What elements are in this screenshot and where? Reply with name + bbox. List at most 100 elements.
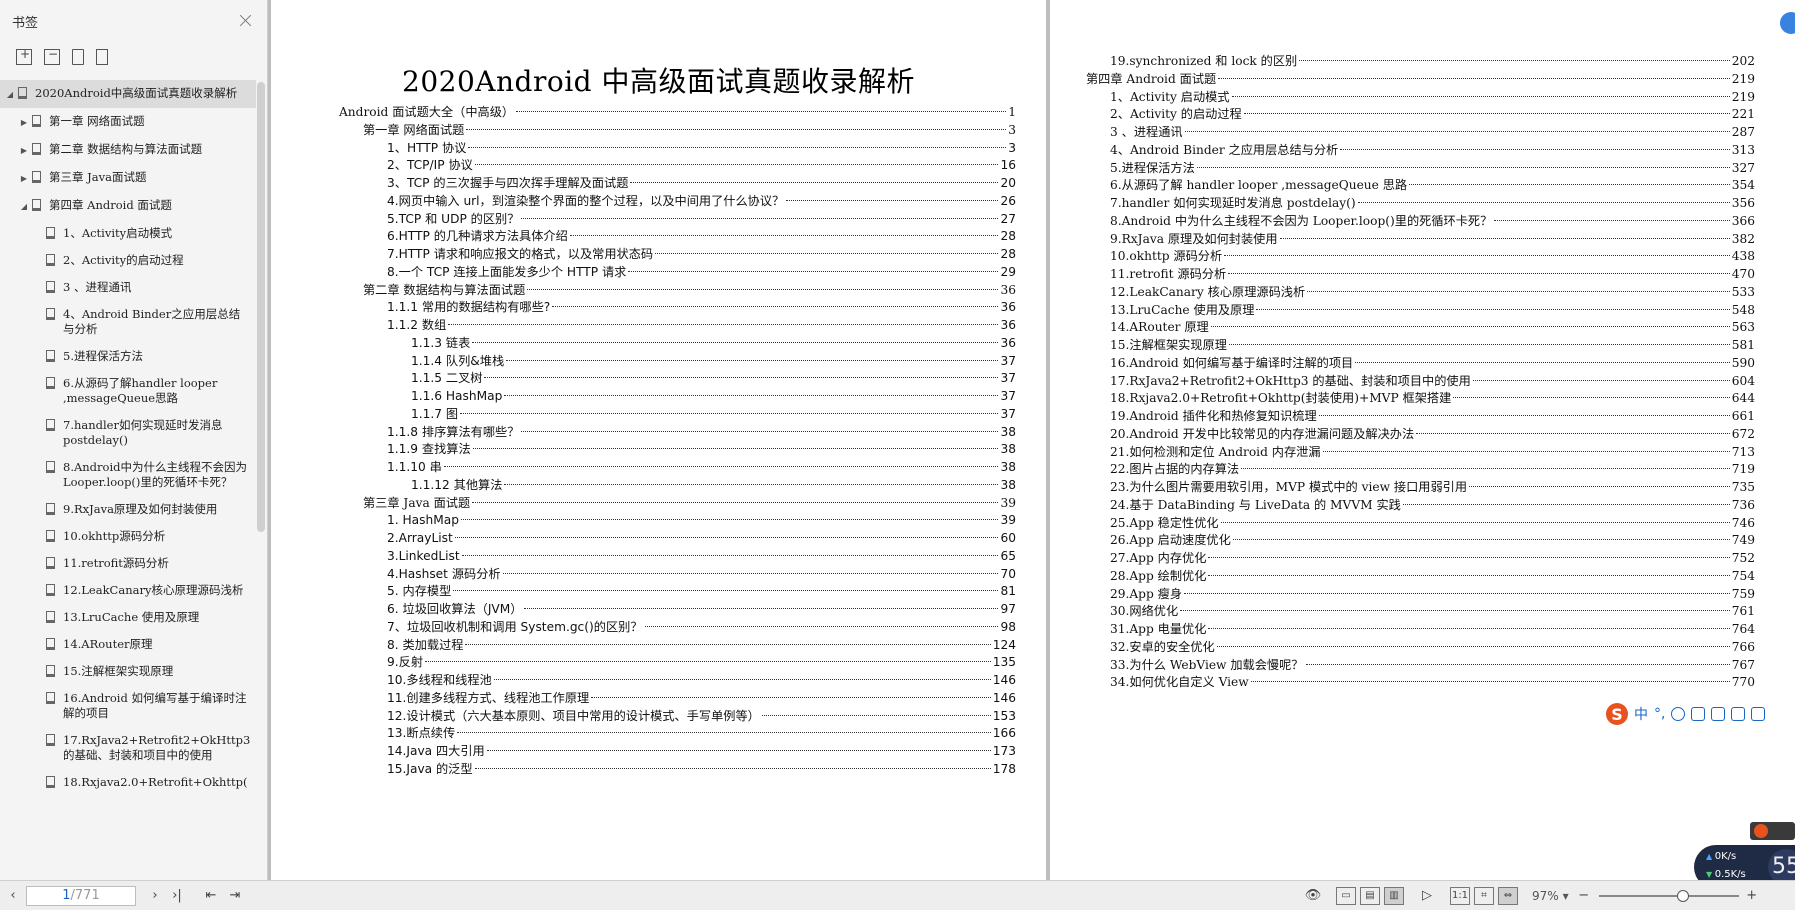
toc-leader [506, 359, 999, 361]
play-icon[interactable]: ▷ [1418, 887, 1436, 905]
bookmark-item-icon [46, 638, 55, 650]
expand-all-icon[interactable] [16, 47, 32, 65]
toc-leader [1232, 539, 1730, 541]
collapse-arrow-icon[interactable]: ◢ [18, 198, 30, 214]
expand-arrow-icon[interactable]: ▶ [18, 114, 30, 130]
emoji-icon[interactable] [1671, 707, 1686, 721]
tray-mini-icon[interactable] [1750, 822, 1795, 840]
sidebar-item[interactable]: 18.Rxjava2.0+Retrofit+Okhttp( [0, 769, 256, 796]
collapse-arrow-icon[interactable]: ◢ [4, 86, 16, 102]
zoom-slider-knob[interactable] [1676, 889, 1689, 902]
bookmark-item-icon [32, 115, 41, 127]
expand-arrow-icon[interactable]: ▶ [18, 142, 30, 158]
toc-leader [1208, 628, 1730, 629]
toc-entry-page: 770 [1731, 675, 1755, 690]
zoom-dropdown-icon[interactable]: ▾ [1563, 889, 1569, 903]
sidebar-item[interactable]: 1、Activity启动模式 [0, 220, 256, 247]
sidebar-item[interactable]: ◢ 第四章 Android 面试题 [0, 192, 256, 220]
page-number-input[interactable]: 1/771 [26, 885, 136, 906]
app-badge-icon[interactable] [1780, 12, 1795, 34]
sidebar-item[interactable]: 5.进程保活方法 [0, 343, 256, 370]
close-icon[interactable] [237, 12, 255, 30]
bookmark-item-icon [46, 503, 55, 515]
two-page-view-icon[interactable]: ▥ [1384, 886, 1404, 905]
sidebar-item[interactable]: ◢ 2020Android中高级面试真题收录解析 [0, 80, 256, 108]
bookmark-item-icon [18, 87, 27, 99]
zoom-level[interactable]: 97% [1532, 889, 1559, 903]
sidebar-item[interactable]: 7.handler如何实现延时发消息postdelay() [0, 412, 256, 454]
toc-leader [1355, 361, 1730, 363]
toc-leader [655, 253, 999, 254]
toc-leader [1224, 255, 1730, 257]
sidebar-item[interactable]: ▶ 第一章 网络面试题 [0, 108, 256, 136]
sidebar-item[interactable]: 13.LruCache 使用及原理 [0, 604, 256, 631]
sidebar-item[interactable]: 11.retrofit源码分析 [0, 550, 256, 577]
punctuation-icon[interactable]: °, [1654, 706, 1665, 722]
document-viewport[interactable]: 2020Android 中高级面试真题收录解析 Android 面试题大全（中高… [268, 0, 1795, 880]
bookmark-icon[interactable] [96, 49, 108, 65]
page-left: 2020Android 中高级面试真题收录解析 Android 面试题大全（中高… [271, 0, 1046, 880]
sidebar-item[interactable]: 14.ARouter原理 [0, 631, 256, 658]
keyboard-icon[interactable] [1711, 707, 1726, 721]
toc-leader [521, 217, 999, 219]
sidebar-item[interactable]: 16.Android 如何编写基于编译时注解的项目 [0, 685, 256, 727]
sidebar-item[interactable]: ▶ 第三章 Java面试题 [0, 164, 256, 192]
toc-entry-page: 178 [992, 761, 1016, 776]
collapse-all-icon[interactable] [44, 47, 60, 65]
sidebar-item[interactable]: ▶ 第二章 数据结构与算法面试题 [0, 136, 256, 164]
microphone-icon[interactable] [1691, 707, 1706, 721]
zoom-in-icon[interactable]: + [1743, 887, 1761, 905]
sidebar-scrollbar[interactable] [257, 82, 265, 532]
single-page-view-icon[interactable]: ▭ [1336, 886, 1356, 905]
sidebar-item[interactable]: 8.Android中为什么主线程不会因为Looper.loop()里的死循环卡死… [0, 454, 256, 496]
toc-leader [474, 767, 991, 769]
read-mode-icon[interactable]: 👁 [1304, 887, 1322, 905]
sidebar-item[interactable]: 6.从源码了解handler looper ,messageQueue思路 [0, 370, 256, 412]
toc-entry[interactable]: 15.Java 的泛型 178 [387, 759, 1016, 779]
bookmark-item-icon [46, 734, 55, 746]
last-page-icon[interactable]: ›| [168, 887, 186, 905]
actual-size-icon[interactable]: 1:1 [1450, 886, 1470, 905]
sidebar-item[interactable]: 3 、进程通讯 [0, 274, 256, 301]
add-bookmark-icon[interactable] [72, 49, 84, 65]
toc-leader [461, 554, 999, 556]
toc-leader [484, 377, 999, 379]
ime-mode[interactable]: 中 [1634, 704, 1648, 724]
toc-leader [425, 661, 991, 663]
toc-leader [1494, 219, 1730, 221]
zoom-slider[interactable] [1598, 889, 1739, 902]
fit-page-icon[interactable]: ⌗ [1474, 886, 1494, 905]
sidebar-item-label: 2、Activity的启动过程 [63, 253, 184, 267]
first-page-icon[interactable]: ‹ [4, 887, 22, 905]
back-icon[interactable]: ⇤ [202, 887, 220, 905]
sidebar-item[interactable]: 15.注解框架实现原理 [0, 658, 256, 685]
ime-toolbar: S 中 °, [1600, 700, 1772, 728]
toc-leader [1416, 432, 1730, 434]
expand-arrow-icon[interactable]: ▶ [18, 170, 30, 186]
sidebar-item[interactable]: 2、Activity的启动过程 [0, 247, 256, 274]
zoom-out-icon[interactable]: − [1575, 887, 1593, 905]
skin-icon[interactable] [1751, 707, 1766, 721]
continuous-view-icon[interactable]: ▤ [1360, 886, 1380, 905]
sidebar-item[interactable]: 9.RxJava原理及如何封装使用 [0, 496, 256, 523]
toc-leader [1322, 450, 1730, 452]
sidebar-item[interactable]: 17.RxJava2+Retrofit2+OkHttp3的基础、封装和项目中的使… [0, 727, 256, 769]
sidebar-item[interactable]: 12.LeakCanary核心原理源码浅析 [0, 577, 256, 604]
sidebar-item[interactable]: 10.okhttp源码分析 [0, 523, 256, 550]
forward-icon[interactable]: ⇥ [226, 887, 244, 905]
next-page-icon[interactable]: › [146, 887, 164, 905]
sidebar-item[interactable]: 4、Android Binder之应用层总结与分析 [0, 301, 256, 343]
sidebar-item-label: 16.Android 如何编写基于编译时注解的项目 [63, 691, 247, 720]
user-icon[interactable] [1731, 707, 1746, 721]
sidebar-item-label: 12.LeakCanary核心原理源码浅析 [63, 583, 244, 597]
sogou-logo-icon[interactable]: S [1606, 703, 1628, 725]
sidebar-item-label: 10.okhttp源码分析 [63, 529, 166, 543]
toc-leader [1318, 415, 1730, 416]
fit-width-icon[interactable]: ⇔ [1498, 886, 1518, 905]
toc-entry[interactable]: 34.如何优化自定义 View 770 [1110, 672, 1755, 692]
toc-leader [460, 519, 999, 521]
